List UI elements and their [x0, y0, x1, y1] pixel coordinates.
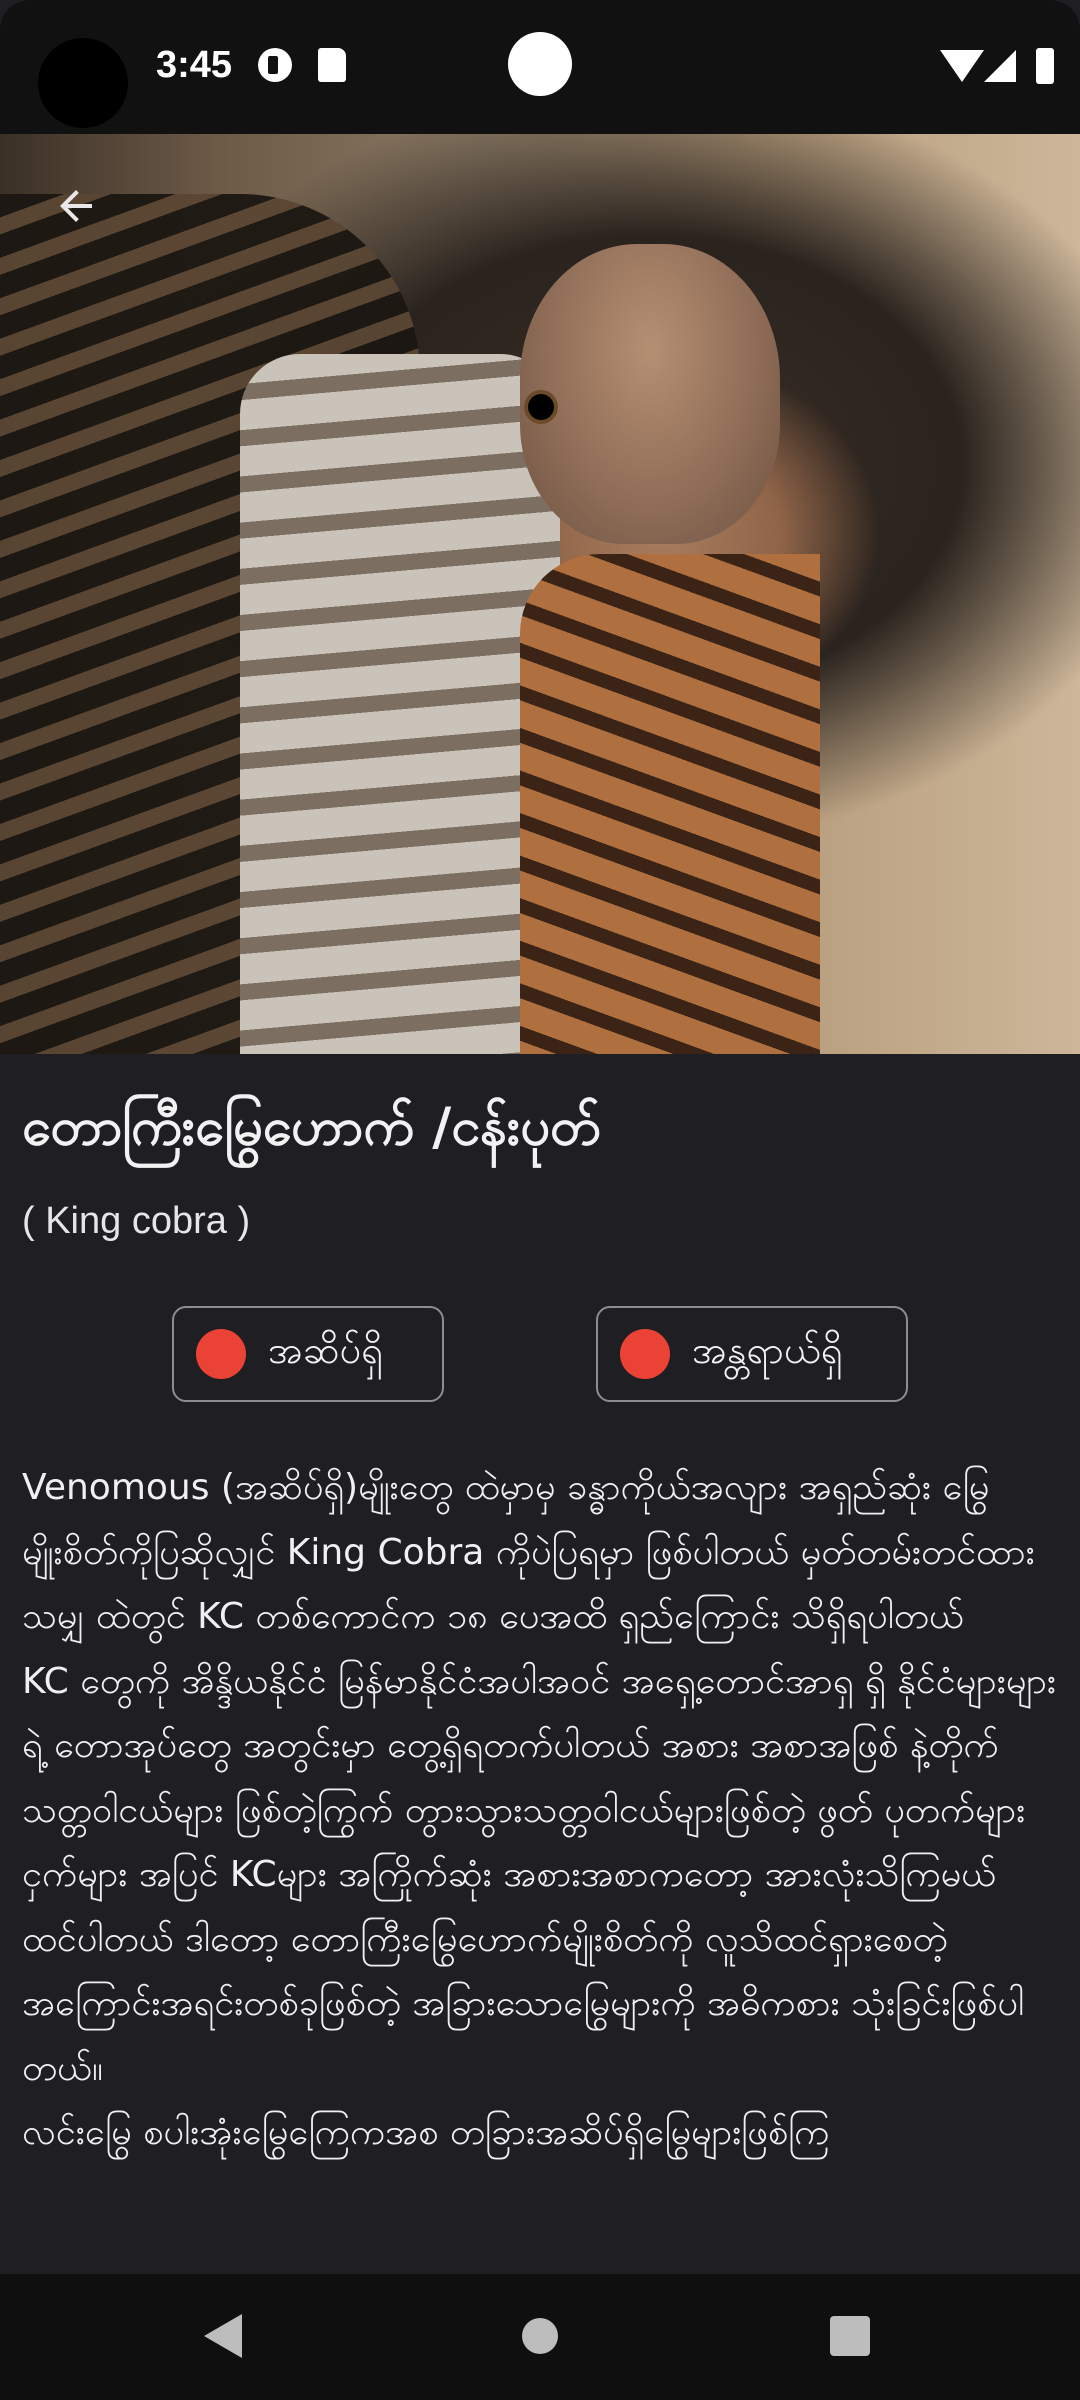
- nav-recents-icon[interactable]: [830, 2316, 870, 2356]
- sd-card-icon: [318, 48, 346, 82]
- nav-home-icon[interactable]: [522, 2318, 558, 2354]
- tag-dangerous[interactable]: အန္တရာယ်ရှိ: [596, 1306, 908, 1402]
- tag-label: အန္တရာယ်ရှိ: [692, 1328, 843, 1372]
- tag-venomous[interactable]: အဆိပ်ရှိ: [172, 1306, 444, 1402]
- wifi-icon: [940, 50, 984, 82]
- cobra-head: [520, 244, 780, 544]
- status-bar: 3:45: [0, 0, 1080, 134]
- front-camera-cutout: [38, 38, 128, 128]
- status-time: 3:45: [156, 44, 233, 86]
- snake-description: Venomous (အဆိပ်ရှိ)မျိုးတွေ ထဲမှာမှ ခန္ဓ…: [22, 1467, 1057, 2153]
- cobra-eye: [528, 394, 554, 420]
- signal-icon: [984, 50, 1016, 82]
- arrow-left-icon: [60, 190, 92, 222]
- snake-title: တောကြီးမြွေဟောက် /ငန်းပုတ်: [22, 1097, 601, 1157]
- nav-back-icon[interactable]: [204, 2314, 242, 2358]
- red-dot-icon: [620, 1329, 670, 1379]
- red-dot-icon: [196, 1329, 246, 1379]
- back-button[interactable]: [40, 170, 112, 242]
- king-cobra-image: [0, 134, 1080, 1054]
- vpn-key-icon: [258, 48, 292, 82]
- tag-label: အဆိပ်ရှိ: [268, 1328, 384, 1372]
- snake-english-name: ( King cobra ): [22, 1200, 251, 1242]
- battery-icon: [1036, 48, 1054, 84]
- punch-hole-camera: [508, 32, 572, 96]
- cobra-belly: [240, 354, 560, 1054]
- cobra-neck: [520, 554, 820, 1054]
